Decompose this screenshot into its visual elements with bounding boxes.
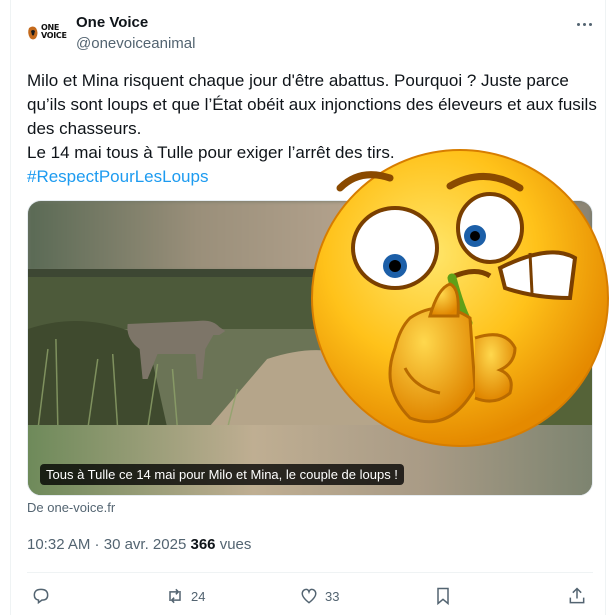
retweet-icon [169, 588, 181, 604]
share-button[interactable] [567, 584, 593, 608]
bookmark-icon [437, 587, 449, 606]
reply-icon [33, 588, 49, 605]
more-horizontal-icon [582, 22, 586, 26]
display-name[interactable]: One Voice [76, 14, 148, 31]
heart-icon [301, 588, 317, 604]
tweet-text: Milo et Mina risquent chaque jour d'être… [27, 69, 597, 189]
more-horizontal-icon [576, 22, 580, 26]
tweet-meta: 10:32 AM · 30 avr. 2025 366 vues [27, 536, 251, 553]
one-voice-logo-icon [28, 26, 38, 40]
reply-button[interactable] [31, 584, 57, 608]
views-count: 366 [190, 536, 216, 553]
media-blur-top [28, 201, 592, 271]
meta-separator: · [90, 536, 104, 553]
logo-text: ONE VOICE [41, 23, 67, 40]
media-caption: Tous à Tulle ce 14 mai pour Milo et Mina… [40, 464, 404, 485]
tweet-body: Milo et Mina risquent chaque jour d'être… [27, 71, 597, 162]
bookmark-button[interactable] [433, 584, 459, 608]
more-options-button[interactable] [572, 14, 596, 34]
like-button[interactable]: 33 [299, 584, 339, 608]
avatar[interactable]: ONE VOICE [26, 22, 67, 46]
like-count: 33 [325, 588, 340, 604]
retweet-button[interactable]: 24 [165, 584, 205, 608]
divider [27, 572, 593, 573]
views-label: vues [219, 536, 252, 553]
user-handle[interactable]: @onevoiceanimal [76, 35, 195, 52]
wolf-photo [28, 269, 592, 429]
hashtag-link[interactable]: #RespectPourLesLoups [27, 167, 208, 186]
link-source[interactable]: De one-voice.fr [27, 500, 115, 515]
share-icon [569, 587, 585, 604]
retweet-count: 24 [191, 588, 206, 604]
action-bar: 24 33 [27, 582, 593, 610]
tweet-time[interactable]: 10:32 AM [27, 536, 90, 553]
tweet-date[interactable]: 30 avr. 2025 [104, 536, 187, 553]
more-horizontal-icon [588, 22, 592, 26]
media-card[interactable]: Tous à Tulle ce 14 mai pour Milo et Mina… [27, 200, 593, 496]
